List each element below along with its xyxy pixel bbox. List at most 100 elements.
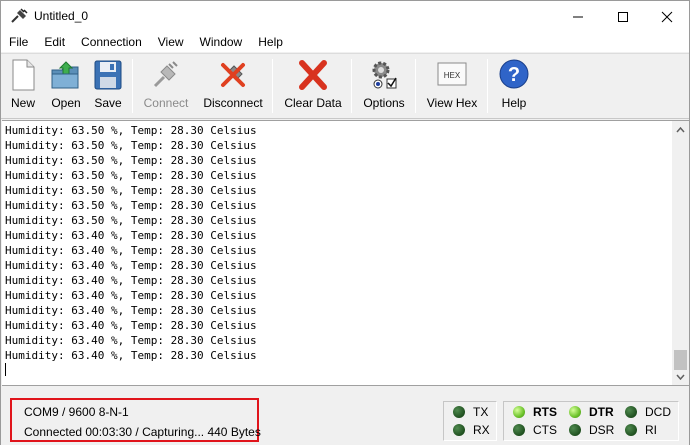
menu-help[interactable]: Help (250, 32, 291, 52)
minimize-button[interactable] (555, 1, 601, 32)
ri-led (625, 424, 637, 436)
hex-icon: HEX (437, 62, 467, 86)
options-button[interactable]: Options (361, 58, 407, 116)
handshake-led-panel: RTS CTS DTR DSR DCD RI (503, 401, 679, 441)
help-label: Help (501, 96, 527, 110)
connect-plug-icon (153, 61, 178, 88)
terminal-output[interactable]: Humidity: 63.50 %, Temp: 28.30 Celsius Hu… (2, 120, 689, 386)
port-settings-text: COM9 / 9600 8-N-1 (24, 405, 129, 419)
window-title: Untitled_0 (34, 9, 89, 23)
dcd-led (625, 406, 637, 418)
dcd-label: DCD (645, 405, 671, 419)
maximize-icon (618, 11, 628, 22)
terminal-line: Humidity: 63.50 %, Temp: 28.30 Celsius (5, 169, 257, 182)
connection-status-text: Connected 00:03:30 / Capturing... 440 By… (24, 425, 261, 439)
cts-indicator: CTS (513, 423, 557, 437)
toolbar-separator (272, 59, 273, 113)
open-button[interactable]: Open (49, 58, 83, 116)
view-hex-button[interactable]: HEX View Hex (426, 58, 478, 116)
view-hex-label: View Hex (426, 96, 478, 110)
terminal-line: Humidity: 63.50 %, Temp: 28.30 Celsius (5, 184, 257, 197)
menu-bar: File Edit Connection View Window Help (1, 32, 689, 52)
plug-app-icon (11, 8, 28, 23)
terminal-line: Humidity: 63.40 %, Temp: 28.30 Celsius (5, 319, 257, 332)
menu-edit[interactable]: Edit (36, 32, 73, 52)
terminal-line: Humidity: 63.40 %, Temp: 28.30 Celsius (5, 349, 257, 362)
dtr-led (569, 406, 581, 418)
vertical-scrollbar[interactable] (672, 121, 689, 385)
options-gear-icon (372, 61, 397, 89)
hex-icon-text: HEX (444, 71, 461, 80)
maximize-button[interactable] (600, 1, 646, 32)
menu-window[interactable]: Window (192, 32, 251, 52)
terminal-line: Humidity: 63.40 %, Temp: 28.30 Celsius (5, 229, 257, 242)
minimize-icon (573, 16, 583, 17)
rx-led (453, 424, 465, 436)
dcd-indicator: DCD (625, 405, 671, 419)
open-folder-icon (51, 61, 79, 89)
scroll-thumb[interactable] (674, 350, 687, 370)
app-window: Untitled_0 File Edit Connection View Win… (0, 0, 690, 445)
dsr-indicator: DSR (569, 423, 614, 437)
text-cursor (5, 363, 6, 376)
dsr-led (569, 424, 581, 436)
terminal-line: Humidity: 63.50 %, Temp: 28.30 Celsius (5, 139, 257, 152)
tx-label: TX (473, 405, 489, 419)
close-icon (661, 11, 673, 22)
terminal-line: Humidity: 63.40 %, Temp: 28.30 Celsius (5, 244, 257, 257)
menu-connection[interactable]: Connection (73, 32, 150, 52)
tx-indicator: TX (453, 405, 488, 419)
new-label: New (10, 96, 35, 110)
terminal-line: Humidity: 63.50 %, Temp: 28.30 Celsius (5, 199, 257, 212)
disconnect-button[interactable]: Disconnect (201, 58, 265, 116)
svg-text:?: ? (508, 64, 520, 86)
terminal-line: Humidity: 63.50 %, Temp: 28.30 Celsius (5, 214, 257, 227)
connection-status-box: COM9 / 9600 8-N-1 Connected 00:03:30 / C… (10, 398, 261, 442)
new-document-icon (12, 59, 35, 91)
cts-label: CTS (533, 423, 557, 437)
new-button[interactable]: New (7, 58, 39, 116)
terminal-line: Humidity: 63.40 %, Temp: 28.30 Celsius (5, 259, 257, 272)
terminal-line: Humidity: 63.50 %, Temp: 28.30 Celsius (5, 154, 257, 167)
clear-data-button[interactable]: Clear Data (283, 58, 343, 116)
toolbar-separator (415, 59, 416, 113)
dtr-label: DTR (589, 405, 614, 419)
help-button[interactable]: ? Help (498, 58, 530, 116)
toolbar-separator (132, 59, 133, 113)
rts-label: RTS (533, 405, 557, 419)
save-label: Save (94, 96, 122, 110)
menu-view[interactable]: View (150, 32, 192, 52)
open-label: Open (51, 96, 81, 110)
rts-indicator: RTS (513, 405, 557, 419)
close-button[interactable] (644, 1, 690, 32)
clear-data-label: Clear Data (284, 96, 342, 110)
menu-file[interactable]: File (1, 32, 36, 52)
chevron-down-icon (676, 374, 685, 380)
rx-indicator: RX (453, 423, 490, 437)
chevron-up-icon (676, 126, 685, 132)
ri-label: RI (645, 423, 657, 437)
terminal-line: Humidity: 63.40 %, Temp: 28.30 Celsius (5, 274, 257, 287)
terminal-line: Humidity: 63.50 %, Temp: 28.30 Celsius (5, 124, 257, 137)
scroll-up-button[interactable] (672, 121, 689, 138)
cts-led (513, 424, 525, 436)
terminal-line: Humidity: 63.40 %, Temp: 28.30 Celsius (5, 289, 257, 302)
connect-button[interactable]: Connect (141, 58, 191, 116)
dtr-indicator: DTR (569, 405, 614, 419)
tx-led (453, 406, 465, 418)
dsr-label: DSR (589, 423, 615, 437)
disconnect-plug-icon (220, 63, 245, 88)
scroll-down-button[interactable] (672, 368, 689, 385)
save-disk-icon (94, 60, 122, 90)
options-label: Options (363, 96, 405, 110)
status-bar: COM9 / 9600 8-N-1 Connected 00:03:30 / C… (1, 389, 689, 445)
toolbar-separator (351, 59, 352, 113)
clear-x-icon (299, 60, 327, 90)
rx-label: RX (473, 423, 490, 437)
title-bar[interactable]: Untitled_0 (1, 1, 689, 32)
terminal-line: Humidity: 63.40 %, Temp: 28.30 Celsius (5, 334, 257, 347)
disconnect-label: Disconnect (203, 96, 263, 110)
help-question-icon: ? (499, 59, 529, 89)
toolbar: New Open Save Connect Disconnect Clear D… (1, 53, 689, 119)
save-button[interactable]: Save (93, 58, 123, 116)
